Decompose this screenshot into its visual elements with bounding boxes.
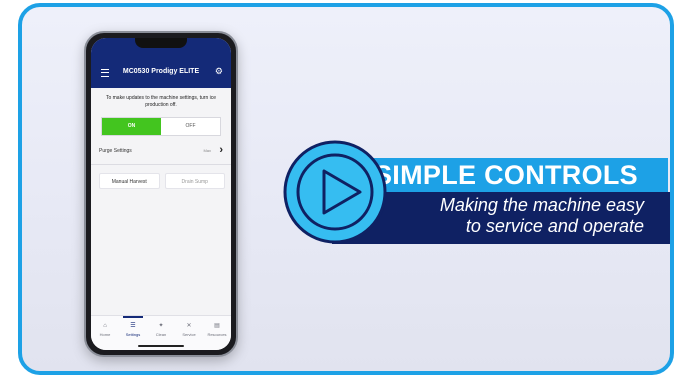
divider: [91, 164, 231, 165]
production-notice: To make updates to the machine settings,…: [105, 95, 217, 108]
home-icon: ⌂: [103, 323, 107, 329]
phone-notch: [135, 38, 187, 48]
manual-harvest-button[interactable]: Manual Harvest: [99, 173, 160, 189]
purge-settings-value: Max: [203, 148, 211, 153]
chevron-right-icon[interactable]: ›: [219, 144, 223, 156]
tab-home[interactable]: ⌂ Home: [91, 316, 119, 350]
tab-resources[interactable]: ▤ Resources: [203, 316, 231, 350]
purge-settings-label: Purge Settings: [99, 148, 132, 154]
wrench-icon: ✕: [186, 323, 192, 329]
settings-sliders-icon: ☰: [130, 323, 136, 329]
subline-1: Making the machine easy: [439, 195, 644, 215]
gear-icon[interactable]: ⚙: [215, 66, 223, 77]
action-buttons: Manual Harvest Drain Sump: [99, 173, 225, 189]
tab-label: Home: [99, 332, 111, 337]
sparkle-icon: ✦: [158, 323, 164, 329]
play-button-icon[interactable]: [280, 137, 390, 247]
drain-sump-button[interactable]: Drain Sump: [164, 173, 225, 189]
tab-label: Service: [182, 332, 196, 337]
ice-production-toggle[interactable]: ON OFF: [101, 117, 221, 136]
phone-mockup: MC0530 Prodigy ELITE ⚙ To make updates t…: [84, 31, 238, 357]
document-icon: ▤: [214, 323, 220, 329]
subline-2: to service and operate: [465, 216, 644, 236]
headline: SIMPLE CONTROLS: [373, 160, 638, 190]
home-indicator: [138, 345, 184, 347]
purge-settings-row[interactable]: Purge Settings Max ›: [99, 144, 225, 159]
bottom-tab-bar: ⌂ Home ☰ Settings ✦ Clean ✕ Service ▤ Re…: [91, 315, 231, 350]
phone-screen: MC0530 Prodigy ELITE ⚙ To make updates t…: [91, 38, 231, 350]
tab-label: Resources: [207, 332, 227, 337]
tab-label: Settings: [125, 332, 141, 337]
video-frame: MC0530 Prodigy ELITE ⚙ To make updates t…: [18, 3, 674, 375]
toggle-on-button[interactable]: ON: [102, 118, 161, 135]
toggle-off-button[interactable]: OFF: [161, 118, 220, 135]
tab-label: Clean: [155, 332, 167, 337]
app-bar: MC0530 Prodigy ELITE ⚙: [91, 38, 231, 88]
app-title: MC0530 Prodigy ELITE: [122, 68, 200, 75]
